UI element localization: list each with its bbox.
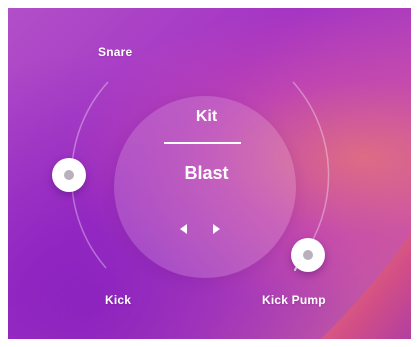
knob-dot: [303, 250, 313, 260]
decorative-corner-shape: [321, 233, 411, 339]
plugin-panel: Snare Kick Kick Pump Kit Blast: [8, 8, 411, 339]
snare-kick-knob[interactable]: [52, 158, 86, 192]
kick-pump-label: Kick Pump: [262, 293, 326, 307]
kick-label: Kick: [105, 293, 132, 307]
caret-left-icon: [180, 224, 187, 234]
knob-dot: [64, 170, 74, 180]
kit-title: Kit: [195, 108, 218, 125]
kit-next-button[interactable]: [209, 222, 223, 236]
caret-right-icon: [213, 224, 220, 234]
kick-pump-knob[interactable]: [291, 238, 325, 272]
kit-divider: [164, 142, 241, 144]
kit-prev-button[interactable]: [177, 222, 191, 236]
snare-label: Snare: [98, 45, 133, 59]
